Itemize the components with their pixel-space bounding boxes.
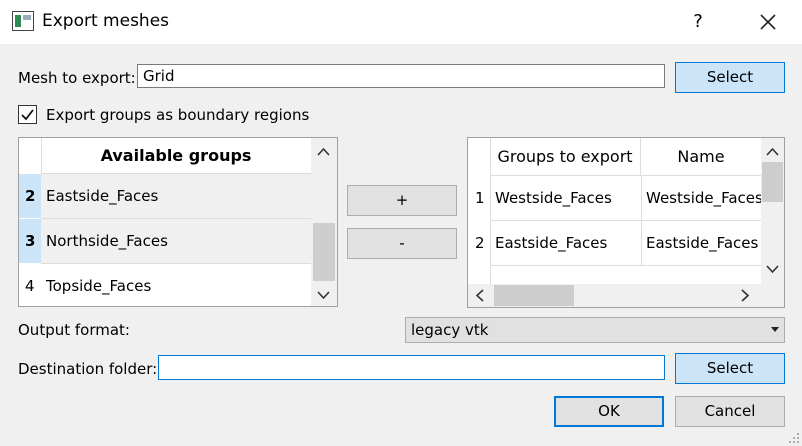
- window-title: Export meshes: [42, 11, 170, 31]
- cancel-button[interactable]: Cancel: [675, 396, 785, 427]
- scroll-thumb[interactable]: [313, 223, 335, 281]
- table-row[interactable]: 2 Eastside_Faces: [19, 174, 311, 218]
- chevron-down-icon[interactable]: [315, 286, 332, 303]
- chevron-up-icon[interactable]: [764, 144, 781, 161]
- chevron-up-icon[interactable]: [315, 144, 332, 161]
- destination-label: Destination folder:: [18, 360, 158, 378]
- row-number: 3: [25, 232, 36, 250]
- row-number: 1: [475, 189, 485, 207]
- destination-field[interactable]: [158, 355, 665, 380]
- table-row[interactable]: 3 Northside_Faces: [19, 219, 311, 263]
- ok-button[interactable]: OK: [554, 396, 664, 427]
- resize-grip-icon[interactable]: [788, 432, 800, 444]
- group-name: Eastside_Faces: [46, 187, 159, 205]
- scroll-thumb[interactable]: [762, 162, 783, 202]
- mesh-field[interactable]: Grid: [137, 64, 665, 88]
- output-format-label: Output format:: [18, 321, 130, 339]
- table-row[interactable]: 4 Topside_Faces: [19, 264, 311, 306]
- table-row[interactable]: 2 Eastside_Faces Eastside_Faces: [468, 221, 761, 265]
- group-cell: Eastside_Faces: [495, 234, 608, 252]
- group-name: Northside_Faces: [46, 232, 168, 250]
- dropdown-arrow-icon: [771, 327, 779, 332]
- group-cell: Westside_Faces: [495, 189, 612, 207]
- name-cell[interactable]: Westside_Faces: [646, 189, 762, 207]
- export-groups-label: Export groups as boundary regions: [46, 106, 310, 124]
- help-button[interactable]: ?: [686, 10, 710, 34]
- available-groups-table: Available groups 2 Eastside_Faces 3 Nort…: [18, 137, 338, 307]
- output-format-value: legacy vtk: [411, 321, 489, 339]
- available-groups-scrollbar[interactable]: [311, 138, 337, 306]
- groups-to-export-header[interactable]: Groups to export: [490, 138, 641, 175]
- export-table-vscrollbar[interactable]: [761, 138, 784, 284]
- app-icon: [12, 11, 34, 31]
- scroll-thumb[interactable]: [494, 285, 574, 306]
- table-row[interactable]: 1 Westside_Faces Westside_Faces: [468, 176, 762, 220]
- chevron-right-icon[interactable]: [736, 287, 753, 304]
- export-groups-checkbox[interactable]: [18, 105, 37, 124]
- name-cell[interactable]: Eastside_Faces: [646, 234, 758, 252]
- chevron-down-icon[interactable]: [764, 260, 781, 277]
- name-header[interactable]: Name: [641, 138, 761, 175]
- destination-select-button[interactable]: Select: [675, 353, 785, 384]
- mesh-label: Mesh to export:: [18, 69, 136, 87]
- available-groups-header[interactable]: Available groups: [41, 138, 311, 174]
- export-table-hscrollbar[interactable]: [468, 284, 784, 307]
- row-number: 2: [475, 234, 485, 252]
- group-name: Topside_Faces: [46, 277, 152, 295]
- chevron-left-icon[interactable]: [472, 287, 489, 304]
- add-group-button[interactable]: +: [347, 185, 457, 216]
- output-format-select[interactable]: legacy vtk: [405, 317, 785, 343]
- close-icon[interactable]: [756, 10, 780, 34]
- remove-group-button[interactable]: -: [347, 228, 457, 259]
- row-number: 2: [25, 187, 36, 205]
- mesh-select-button[interactable]: Select: [675, 62, 785, 93]
- groups-to-export-table: Groups to export Name 1 Westside_Faces W…: [467, 137, 785, 308]
- row-number: 4: [25, 277, 35, 295]
